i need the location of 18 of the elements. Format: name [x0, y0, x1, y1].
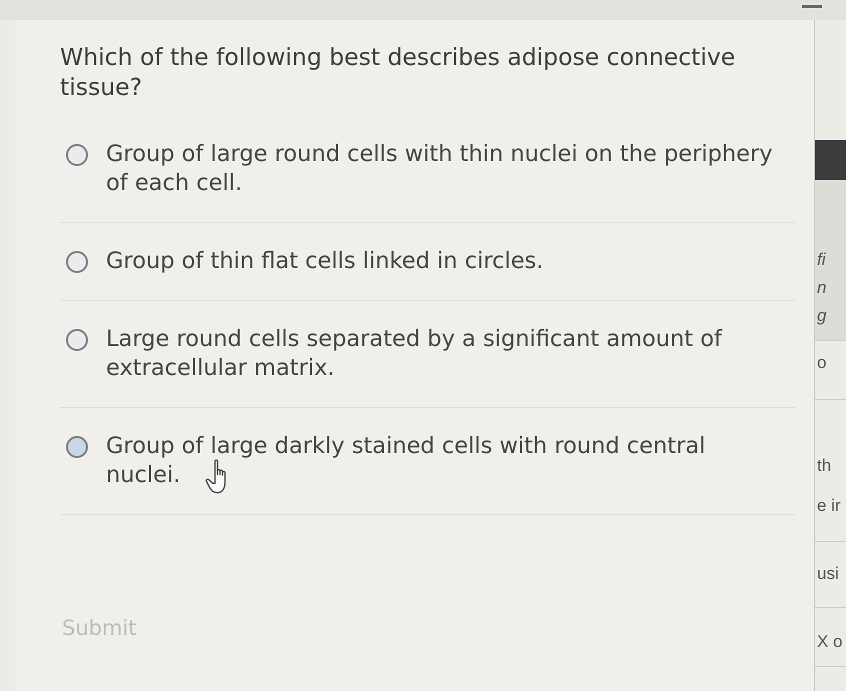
option-label[interactable]: Group of thin flat cells linked in circles.: [106, 247, 544, 276]
radio-button[interactable]: [66, 251, 88, 273]
panel-header-bar: [815, 140, 846, 180]
radio-button[interactable]: [66, 436, 88, 458]
text-fragment: th: [817, 456, 832, 476]
text-fragment: n: [817, 278, 828, 298]
radio-button[interactable]: [66, 144, 88, 166]
text-fragment: X o: [817, 632, 844, 652]
radio-button[interactable]: [66, 329, 88, 351]
option-label[interactable]: Group of large darkly stained cells with round central nuclei.: [106, 432, 778, 490]
option-label[interactable]: Large round cells separated by a significant amount of extracellular matrix.: [106, 325, 778, 383]
text-fragment: o: [817, 353, 828, 373]
text-fragment: usi: [817, 564, 840, 584]
text-fragment: g: [817, 306, 828, 326]
text-fragment: fi: [817, 250, 827, 270]
option-label[interactable]: Group of large round cells with thin nuclei on the periphery of each cell.: [106, 140, 778, 198]
question-text: Which of the following best describes adipose connective tissue?: [60, 42, 736, 102]
text-fragment: e ir: [817, 496, 842, 516]
